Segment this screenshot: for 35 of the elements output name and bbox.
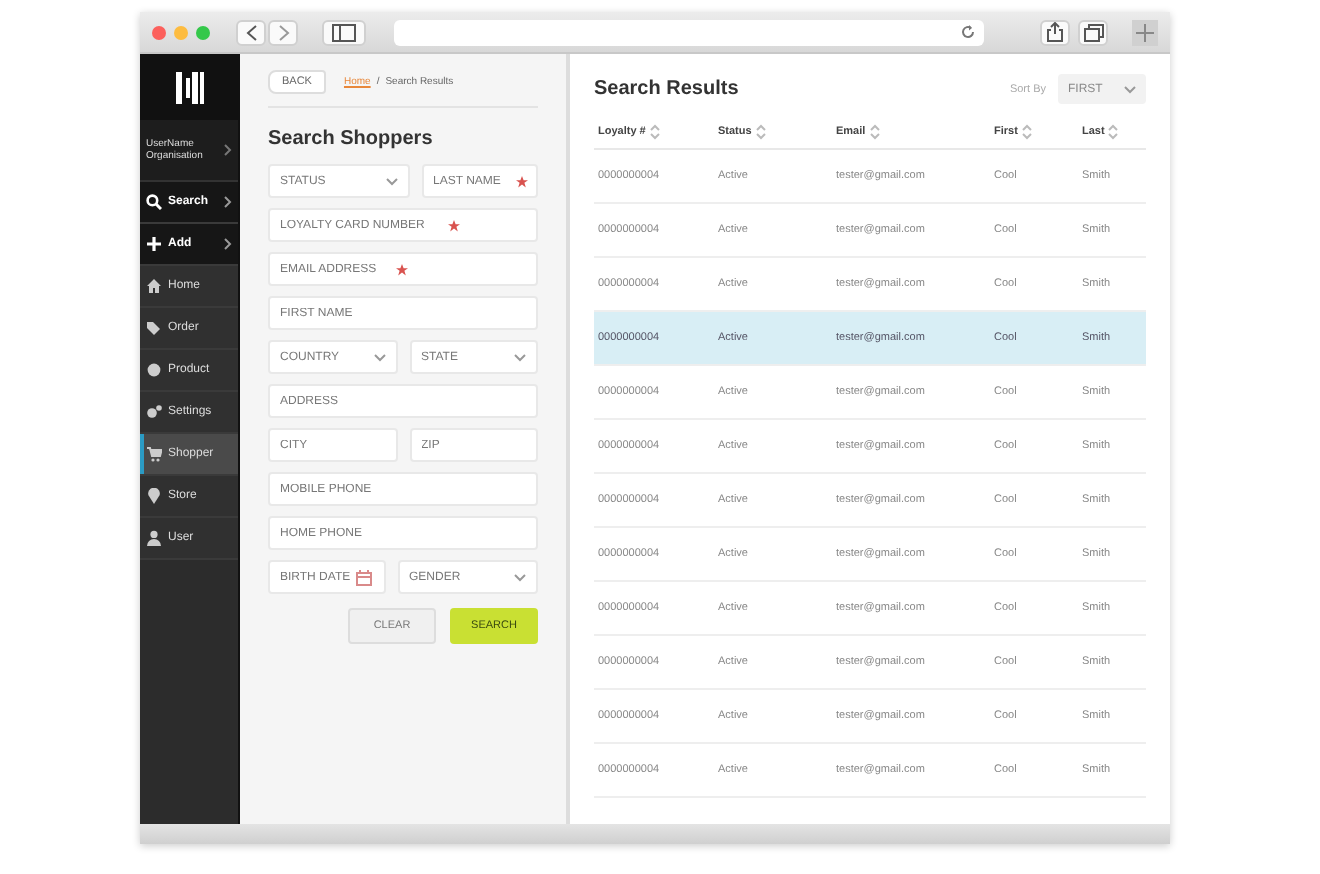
sort-icon: [1108, 124, 1119, 140]
cart-icon: [146, 446, 162, 462]
tabs-button[interactable]: [1078, 19, 1108, 45]
calendar-icon: [355, 569, 371, 585]
new-tab-button[interactable]: [1132, 19, 1158, 45]
close-button[interactable]: [152, 25, 166, 39]
sidebar-toggle-button[interactable]: [322, 19, 366, 45]
chevron-icon: [224, 238, 232, 250]
sort-icon: [869, 124, 880, 140]
sort-icon: [755, 124, 766, 140]
search-icon: [146, 194, 162, 210]
chevron-icon: [224, 196, 232, 208]
tag-icon: [146, 320, 162, 336]
chevron-icon: [224, 144, 232, 156]
chevron-right-icon: [278, 24, 289, 40]
results-title: Search Results: [594, 78, 741, 100]
share-button[interactable]: [1040, 19, 1070, 45]
chevron-down-icon: [385, 177, 397, 185]
reload-icon[interactable]: [960, 24, 976, 40]
chevron-down-icon: [373, 353, 385, 361]
form-title: Search Shoppers: [268, 128, 435, 150]
pin-icon: [146, 488, 162, 504]
sort-icon: [1021, 124, 1032, 140]
sort-icon: [649, 124, 660, 140]
sidebar-icon: [332, 23, 356, 41]
chevron-down-icon: [1124, 85, 1136, 93]
home-icon: [146, 278, 162, 294]
chevron-left-icon: [245, 24, 256, 40]
plus-icon: [146, 236, 162, 252]
chevron-down-icon: [514, 353, 526, 361]
zoom-button[interactable]: [196, 25, 210, 39]
chevron-down-icon: [514, 573, 526, 581]
back-nav-button[interactable]: [236, 19, 266, 45]
person-icon: [146, 530, 162, 546]
circle-icon: [146, 362, 162, 378]
